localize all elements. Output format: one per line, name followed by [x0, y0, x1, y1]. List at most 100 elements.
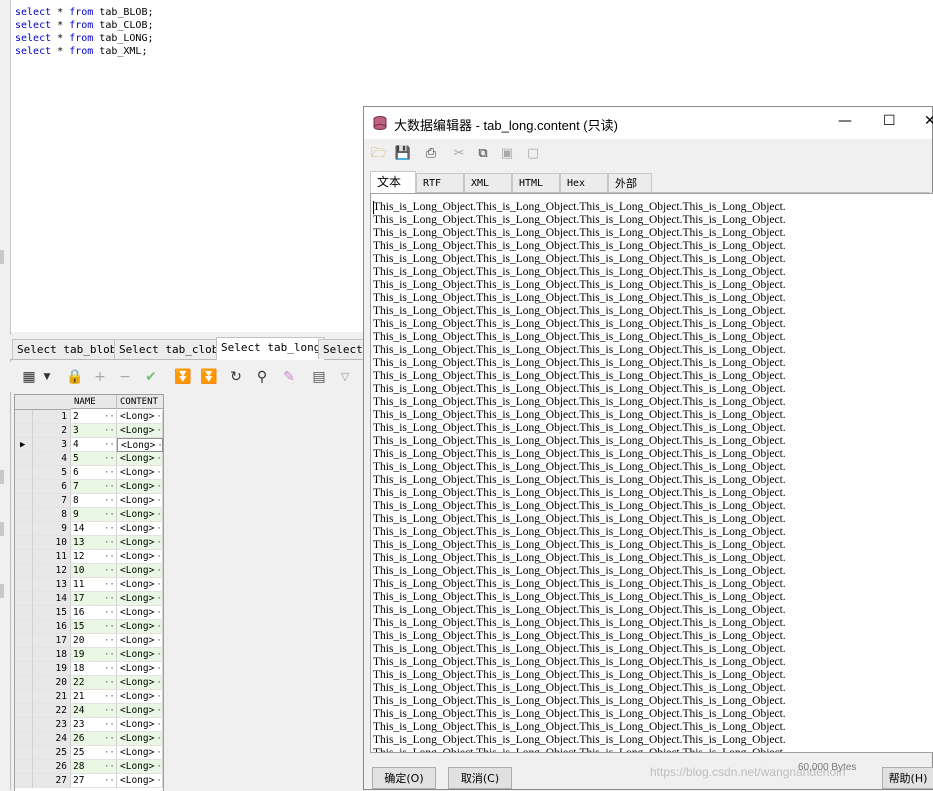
cell-ellipsis-button[interactable]: ···: [151, 606, 162, 619]
table-row[interactable]: 23···<Long>···: [15, 424, 163, 438]
tab-text[interactable]: 文本: [370, 171, 416, 193]
cell-ellipsis-button[interactable]: ···: [151, 466, 162, 479]
fetch-last-icon[interactable]: ⏬: [200, 368, 218, 386]
table-row[interactable]: 2628···<Long>···: [15, 760, 163, 774]
cell-ellipsis-button[interactable]: ···: [104, 606, 116, 619]
cell-content[interactable]: <Long>···: [117, 718, 163, 732]
cell-ellipsis-button[interactable]: ···: [151, 732, 162, 745]
cell-ellipsis-button[interactable]: ···: [104, 452, 116, 465]
cell-name[interactable]: 18 ···: [71, 662, 117, 676]
cell-content[interactable]: <Long>···: [117, 620, 163, 634]
table-row[interactable]: 1417···<Long>···: [15, 592, 163, 606]
lock-icon[interactable]: 🔒: [66, 368, 84, 386]
cell-ellipsis-button[interactable]: ···: [151, 480, 162, 493]
cell-ellipsis-button[interactable]: ···: [104, 676, 116, 689]
table-row[interactable]: 78···<Long>···: [15, 494, 163, 508]
cell-name[interactable]: 21 ···: [71, 690, 117, 704]
cell-content[interactable]: <Long>···: [117, 606, 163, 620]
cell-ellipsis-button[interactable]: ···: [104, 634, 116, 647]
cell-name[interactable]: 3 ···: [71, 424, 117, 438]
tab-select-tab-clob[interactable]: Select tab_clob: [114, 339, 224, 359]
table-row[interactable]: 12···<Long>···: [15, 410, 163, 424]
cell-name[interactable]: 19 ···: [71, 648, 117, 662]
cell-name[interactable]: 6 ···: [71, 466, 117, 480]
cell-ellipsis-button[interactable]: ···: [151, 536, 162, 549]
cancel-button[interactable]: 取消(C): [448, 767, 512, 789]
table-row[interactable]: 1819···<Long>···: [15, 648, 163, 662]
print-icon[interactable]: ⎙: [422, 145, 440, 163]
table-row[interactable]: 1720···<Long>···: [15, 634, 163, 648]
cell-ellipsis-button[interactable]: ···: [104, 746, 116, 759]
cell-ellipsis-button[interactable]: ···: [151, 410, 162, 423]
cell-ellipsis-button[interactable]: ···: [104, 480, 116, 493]
chevron-down-icon[interactable]: ▼: [38, 368, 56, 386]
cell-ellipsis-button[interactable]: ···: [151, 704, 162, 717]
cell-ellipsis-button[interactable]: ···: [104, 620, 116, 633]
table-row[interactable]: 2727···<Long>···: [15, 774, 163, 788]
cell-content[interactable]: <Long>···: [117, 480, 163, 494]
post-changes-icon[interactable]: ✔: [142, 368, 160, 386]
cell-name[interactable]: 28 ···: [71, 760, 117, 774]
cell-name[interactable]: 20 ···: [71, 634, 117, 648]
table-row[interactable]: 56···<Long>···: [15, 466, 163, 480]
cell-name[interactable]: 26 ···: [71, 732, 117, 746]
cell-ellipsis-button[interactable]: ···: [151, 620, 162, 633]
tab-hex[interactable]: Hex: [560, 173, 608, 192]
save-icon[interactable]: 💾: [394, 145, 412, 163]
cell-ellipsis-button[interactable]: ···: [151, 634, 162, 647]
clear-eraser-icon[interactable]: ✎: [280, 368, 298, 386]
column-header-name[interactable]: NAME: [71, 395, 117, 409]
table-row[interactable]: 1112···<Long>···: [15, 550, 163, 564]
cell-name[interactable]: 10 ···: [71, 564, 117, 578]
cell-name[interactable]: 17 ···: [71, 592, 117, 606]
cell-ellipsis-button[interactable]: ···: [104, 718, 116, 731]
cell-content[interactable]: <Long>···: [117, 536, 163, 550]
cell-ellipsis-button[interactable]: ···: [151, 760, 162, 773]
cell-content[interactable]: <Long>···: [117, 466, 163, 480]
add-record-icon[interactable]: +: [91, 368, 109, 386]
cell-name[interactable]: 13 ···: [71, 536, 117, 550]
cell-name[interactable]: 14 ···: [71, 522, 117, 536]
cell-ellipsis-button[interactable]: ···: [104, 522, 116, 535]
cell-name[interactable]: 9 ···: [71, 508, 117, 522]
refresh-icon[interactable]: ↻: [227, 368, 245, 386]
cell-content[interactable]: <Long>···: [117, 508, 163, 522]
cell-ellipsis-button[interactable]: ···: [151, 564, 162, 577]
cell-ellipsis-button[interactable]: ···: [151, 774, 162, 787]
cell-name[interactable]: 7 ···: [71, 480, 117, 494]
cell-content[interactable]: <Long>···: [117, 690, 163, 704]
cell-content[interactable]: <Long>···: [117, 424, 163, 438]
cell-ellipsis-button[interactable]: ···: [151, 424, 162, 437]
cell-ellipsis-button[interactable]: ···: [151, 648, 162, 661]
cell-name[interactable]: 11 ···: [71, 578, 117, 592]
cut-icon[interactable]: ✂: [450, 145, 468, 163]
table-row[interactable]: 2121···<Long>···: [15, 690, 163, 704]
table-row[interactable]: 2323···<Long>···: [15, 718, 163, 732]
cell-name[interactable]: 23 ···: [71, 718, 117, 732]
content-text-area[interactable]: This_is_Long_Object.This_is_Long_Object.…: [370, 193, 933, 753]
cell-ellipsis-button[interactable]: ···: [151, 746, 162, 759]
table-row[interactable]: 2426···<Long>···: [15, 732, 163, 746]
cell-ellipsis-button[interactable]: ···: [104, 690, 116, 703]
table-row[interactable]: 1311···<Long>···: [15, 578, 163, 592]
cell-content[interactable]: <Long>···: [117, 634, 163, 648]
table-row[interactable]: 1615···<Long>···: [15, 620, 163, 634]
cell-ellipsis-button[interactable]: ···: [152, 439, 162, 451]
cell-ellipsis-button[interactable]: ···: [104, 438, 116, 451]
tab-rtf[interactable]: RTF: [416, 173, 464, 192]
cell-ellipsis-button[interactable]: ···: [104, 466, 116, 479]
cell-ellipsis-button[interactable]: ···: [104, 592, 116, 605]
cell-name[interactable]: 8 ···: [71, 494, 117, 508]
tab-select-tab-blob[interactable]: Select tab_blob: [12, 339, 122, 359]
cell-ellipsis-button[interactable]: ···: [151, 578, 162, 591]
cell-ellipsis-button[interactable]: ···: [104, 536, 116, 549]
cell-ellipsis-button[interactable]: ···: [104, 774, 116, 787]
minimize-button[interactable]: —: [838, 113, 852, 129]
cell-name[interactable]: 12 ···: [71, 550, 117, 564]
cell-content[interactable]: <Long>···: [117, 578, 163, 592]
ok-button[interactable]: 确定(O): [372, 767, 436, 789]
cell-ellipsis-button[interactable]: ···: [151, 508, 162, 521]
table-row[interactable]: 1516···<Long>···: [15, 606, 163, 620]
cell-content[interactable]: <Long>···: [117, 746, 163, 760]
cell-content[interactable]: <Long>···: [117, 648, 163, 662]
